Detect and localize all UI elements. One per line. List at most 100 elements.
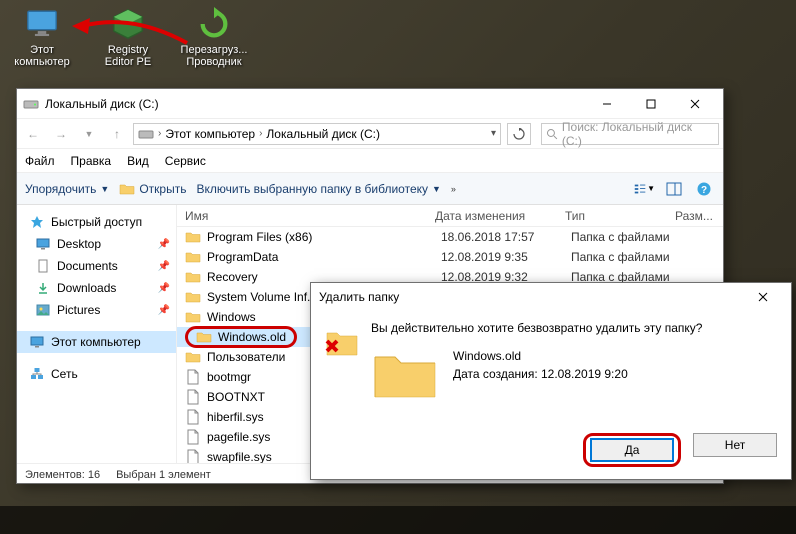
yes-button[interactable]: Да [590,438,674,462]
dialog-created: Дата создания: 12.08.2019 9:20 [453,365,628,383]
delete-folder-icon [325,325,359,359]
dialog-title: Удалить папку [319,290,399,304]
folder-icon [371,347,439,403]
folder-icon [185,349,201,365]
folder-icon [185,289,201,305]
file-date: 12.08.2019 9:35 [441,250,571,264]
downloads-icon [35,280,51,296]
sidebar-item-pictures[interactable]: Pictures📌 [17,299,176,321]
forward-button[interactable]: → [49,122,73,146]
breadcrumb-segment[interactable]: Локальный диск (C:) [266,127,380,141]
dialog-message: Вы действительно хотите безвозвратно уда… [371,321,777,335]
desktop-icon-restart-explorer[interactable]: Перезагруз... Проводник [178,6,250,68]
drive-icon [138,126,154,142]
file-icon [185,429,201,445]
folder-icon [196,329,212,345]
breadcrumb-segment[interactable]: Этот компьютер [165,127,255,141]
up-button[interactable]: ↑ [105,122,129,146]
title-bar[interactable]: Локальный диск (C:) [17,89,723,119]
file-icon [185,369,201,385]
monitor-icon [24,6,60,42]
desktop: Этот компьютер Registry Editor PE Переза… [0,0,796,534]
include-library-button[interactable]: Включить выбранную папку в библиотеку▼ [196,182,440,196]
desktop-icon-this-pc[interactable]: Этот компьютер [6,6,78,68]
desktop-icon-label: Registry Editor PE [92,44,164,68]
column-date[interactable]: Дата изменения [435,209,565,223]
sidebar-this-pc[interactable]: Этот компьютер [17,331,176,353]
close-button[interactable] [673,90,717,118]
help-button[interactable]: ? [693,178,715,200]
menu-edit[interactable]: Правка [71,154,112,168]
pin-icon: 📌 [158,283,170,294]
sidebar-quick-access[interactable]: Быстрый доступ [17,211,176,233]
search-input[interactable]: Поиск: Локальный диск (C:) [541,123,719,145]
file-icon [185,409,201,425]
dialog-title-bar[interactable]: Удалить папку [311,283,791,311]
desktop-icon-label: Перезагруз... Проводник [178,44,250,68]
taskbar[interactable] [0,506,796,534]
network-icon [29,366,45,382]
menu-tools[interactable]: Сервис [165,154,206,168]
sidebar-item-documents[interactable]: Documents📌 [17,255,176,277]
no-button[interactable]: Нет [693,433,777,457]
column-type[interactable]: Тип [565,209,675,223]
maximize-button[interactable] [629,90,673,118]
refresh-button[interactable] [507,123,531,145]
file-icon [185,389,201,405]
menu-file[interactable]: Файл [25,154,55,168]
column-headers[interactable]: Имя Дата изменения Тип Разм... [177,205,723,227]
delete-dialog: Удалить папку Вы действительно хотите бе… [310,282,792,480]
sidebar-item-downloads[interactable]: Downloads📌 [17,277,176,299]
organize-button[interactable]: Упорядочить▼ [25,182,109,196]
search-icon [546,128,558,140]
minimize-button[interactable] [585,90,629,118]
yes-annotation: Да [583,433,681,467]
sidebar-network[interactable]: Сеть [17,363,176,385]
column-name[interactable]: Имя [177,209,435,223]
dialog-folder-name: Windows.old [453,347,628,365]
desktop-icon-label: Этот компьютер [6,44,78,68]
nav-bar: ← → ▼ ↑ › Этот компьютер › Локальный дис… [17,119,723,149]
more-button[interactable]: » [451,184,456,194]
folder-icon [185,229,201,245]
monitor-icon [29,334,45,350]
sidebar: Быстрый доступ Desktop📌 Documents📌 Downl… [17,205,177,463]
column-size[interactable]: Разм... [675,209,723,223]
dialog-close-button[interactable] [743,285,783,309]
selected-count: Выбран 1 элемент [116,469,211,481]
star-icon [29,214,45,230]
folder-icon [185,309,201,325]
pin-icon: 📌 [158,239,170,250]
back-button[interactable]: ← [21,122,45,146]
toolbar: Упорядочить▼ Открыть Включить выбранную … [17,173,723,205]
menu-view[interactable]: Вид [127,154,149,168]
sidebar-item-desktop[interactable]: Desktop📌 [17,233,176,255]
view-options-button[interactable]: ▼ [633,178,655,200]
file-name: ProgramData [207,250,441,264]
file-row[interactable]: ProgramData12.08.2019 9:35Папка с файлам… [177,247,723,267]
cube-icon [110,6,146,42]
recent-dropdown[interactable]: ▼ [77,122,101,146]
file-row[interactable]: Program Files (x86)18.06.2018 17:57Папка… [177,227,723,247]
window-title: Локальный диск (C:) [45,97,585,111]
drive-icon [23,96,39,112]
file-name: Windows.old [218,330,286,344]
open-button[interactable]: Открыть [119,181,186,197]
folder-icon [185,249,201,265]
pin-icon: 📌 [158,305,170,316]
menu-bar: Файл Правка Вид Сервис [17,149,723,173]
preview-pane-button[interactable] [663,178,685,200]
desktop-icon-registry[interactable]: Registry Editor PE [92,6,164,68]
file-name: Program Files (x86) [207,230,441,244]
pin-icon: 📌 [158,261,170,272]
breadcrumb[interactable]: › Этот компьютер › Локальный диск (C:) ▾ [133,123,501,145]
folder-open-icon [119,181,135,197]
item-count: Элементов: 16 [25,469,100,481]
desktop-icons: Этот компьютер Registry Editor PE Переза… [6,6,250,68]
file-icon [185,449,201,463]
search-placeholder: Поиск: Локальный диск (C:) [562,120,714,148]
svg-text:?: ? [701,185,707,196]
file-type: Папка с файлами [571,250,681,264]
refresh-icon [196,6,232,42]
desktop-icon [35,236,51,252]
